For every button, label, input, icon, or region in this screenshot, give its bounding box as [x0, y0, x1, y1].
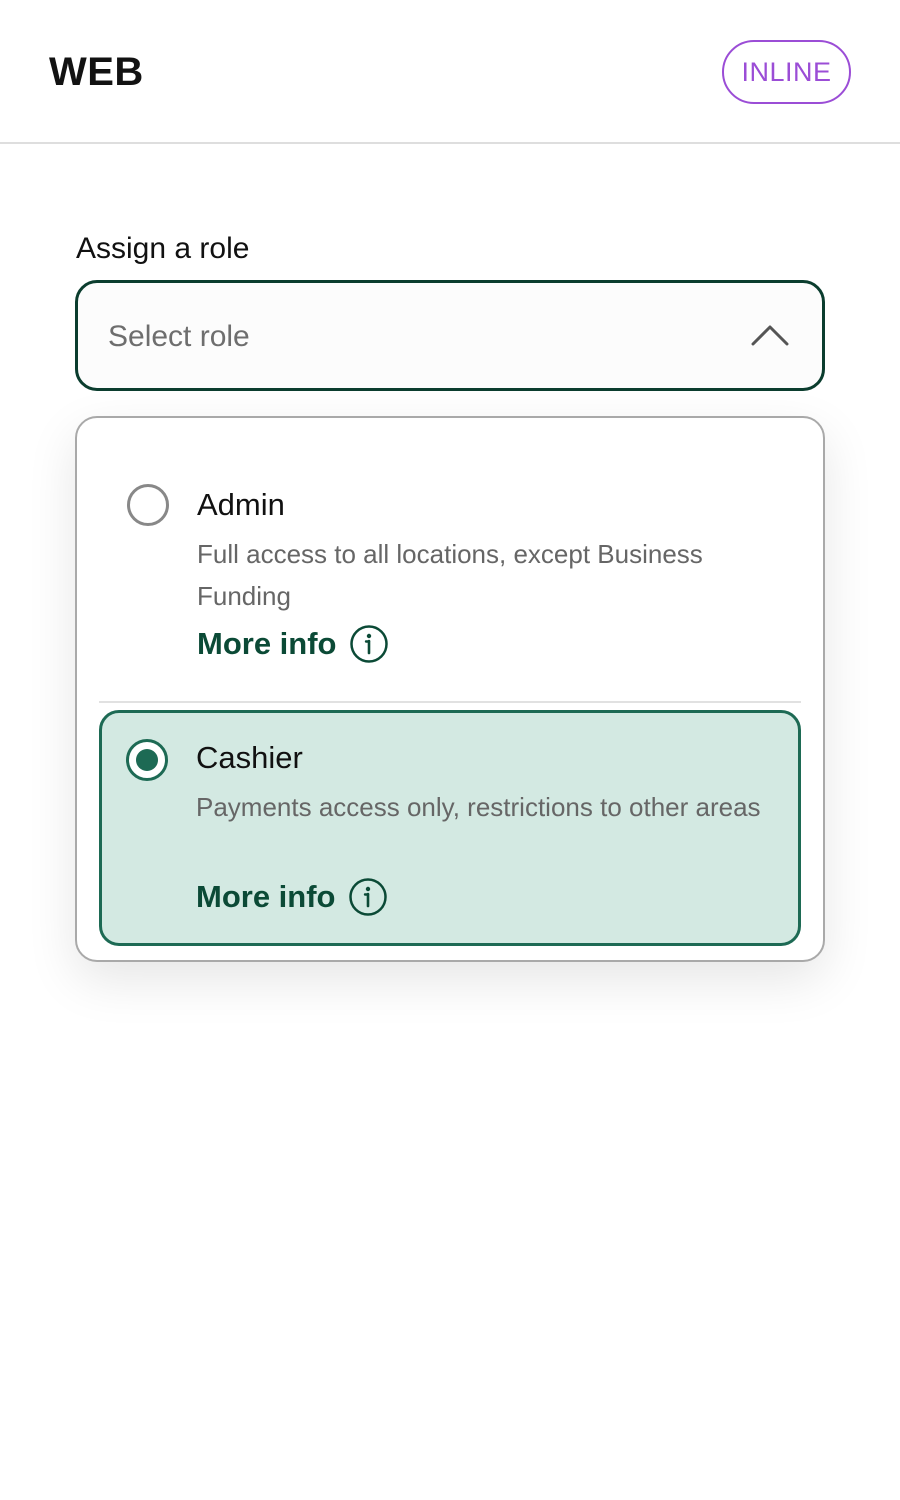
role-option-description: Payments access only, restrictions to ot…: [196, 792, 761, 822]
more-info-label: More info: [196, 879, 336, 914]
mode-badge[interactable]: INLINE: [722, 40, 851, 104]
role-option-cashier[interactable]: Cashier Payments access only, restrictio…: [99, 710, 801, 946]
top-bar: WEB INLINE: [0, 0, 900, 144]
role-option-admin[interactable]: Admin Full access to all locations, exce…: [99, 458, 801, 698]
role-option-title: Cashier: [196, 740, 303, 775]
field-label: Assign a role: [76, 232, 250, 265]
more-info-link-cashier[interactable]: More info: [196, 877, 388, 917]
role-option-description: Full access to all locations, except Bus…: [197, 539, 703, 611]
platform-title: WEB: [49, 50, 144, 94]
select-placeholder: Select role: [108, 320, 250, 353]
more-info-link-admin[interactable]: More info: [197, 624, 389, 664]
chevron-up-icon: [751, 325, 789, 346]
radio-button-cashier[interactable]: [126, 739, 168, 781]
info-icon: [349, 625, 388, 663]
radio-button-admin[interactable]: [127, 484, 169, 526]
option-divider: [99, 701, 801, 703]
role-dropdown-menu: Admin Full access to all locations, exce…: [75, 416, 825, 962]
role-select[interactable]: Select role: [75, 280, 825, 391]
info-icon: [348, 878, 387, 916]
radio-selected-dot: [136, 749, 158, 771]
role-option-title: Admin: [197, 487, 285, 522]
more-info-label: More info: [197, 626, 337, 661]
